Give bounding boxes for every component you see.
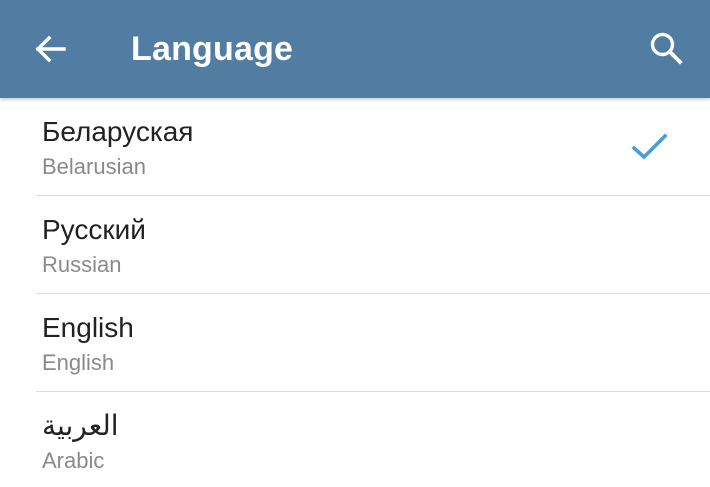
language-item-russian[interactable]: Русский Russian [0, 196, 710, 294]
language-settings-screen: Language Беларуская Belarusian Русский R… [0, 0, 710, 487]
search-icon [650, 32, 683, 65]
language-name: العربية [42, 410, 119, 441]
arrow-left-icon [35, 35, 66, 63]
action-bar: Language [0, 0, 710, 98]
search-button[interactable] [638, 24, 694, 72]
language-subtitle: Arabic [42, 448, 105, 473]
back-button[interactable] [22, 25, 78, 73]
page-title: Language [131, 30, 294, 68]
language-list: Беларуская Belarusian Русский Russian En… [0, 98, 710, 487]
language-name: Беларуская [42, 116, 194, 147]
language-subtitle: Russian [42, 252, 122, 277]
checkmark-icon [631, 133, 668, 160]
language-subtitle: English [42, 350, 115, 375]
language-name: English [42, 312, 134, 343]
language-subtitle: Belarusian [42, 154, 146, 179]
language-item-arabic[interactable]: العربية Arabic [0, 392, 710, 487]
language-item-english[interactable]: English English [0, 294, 710, 392]
language-name: Русский [42, 214, 146, 245]
language-item-belarusian[interactable]: Беларуская Belarusian [0, 98, 710, 196]
